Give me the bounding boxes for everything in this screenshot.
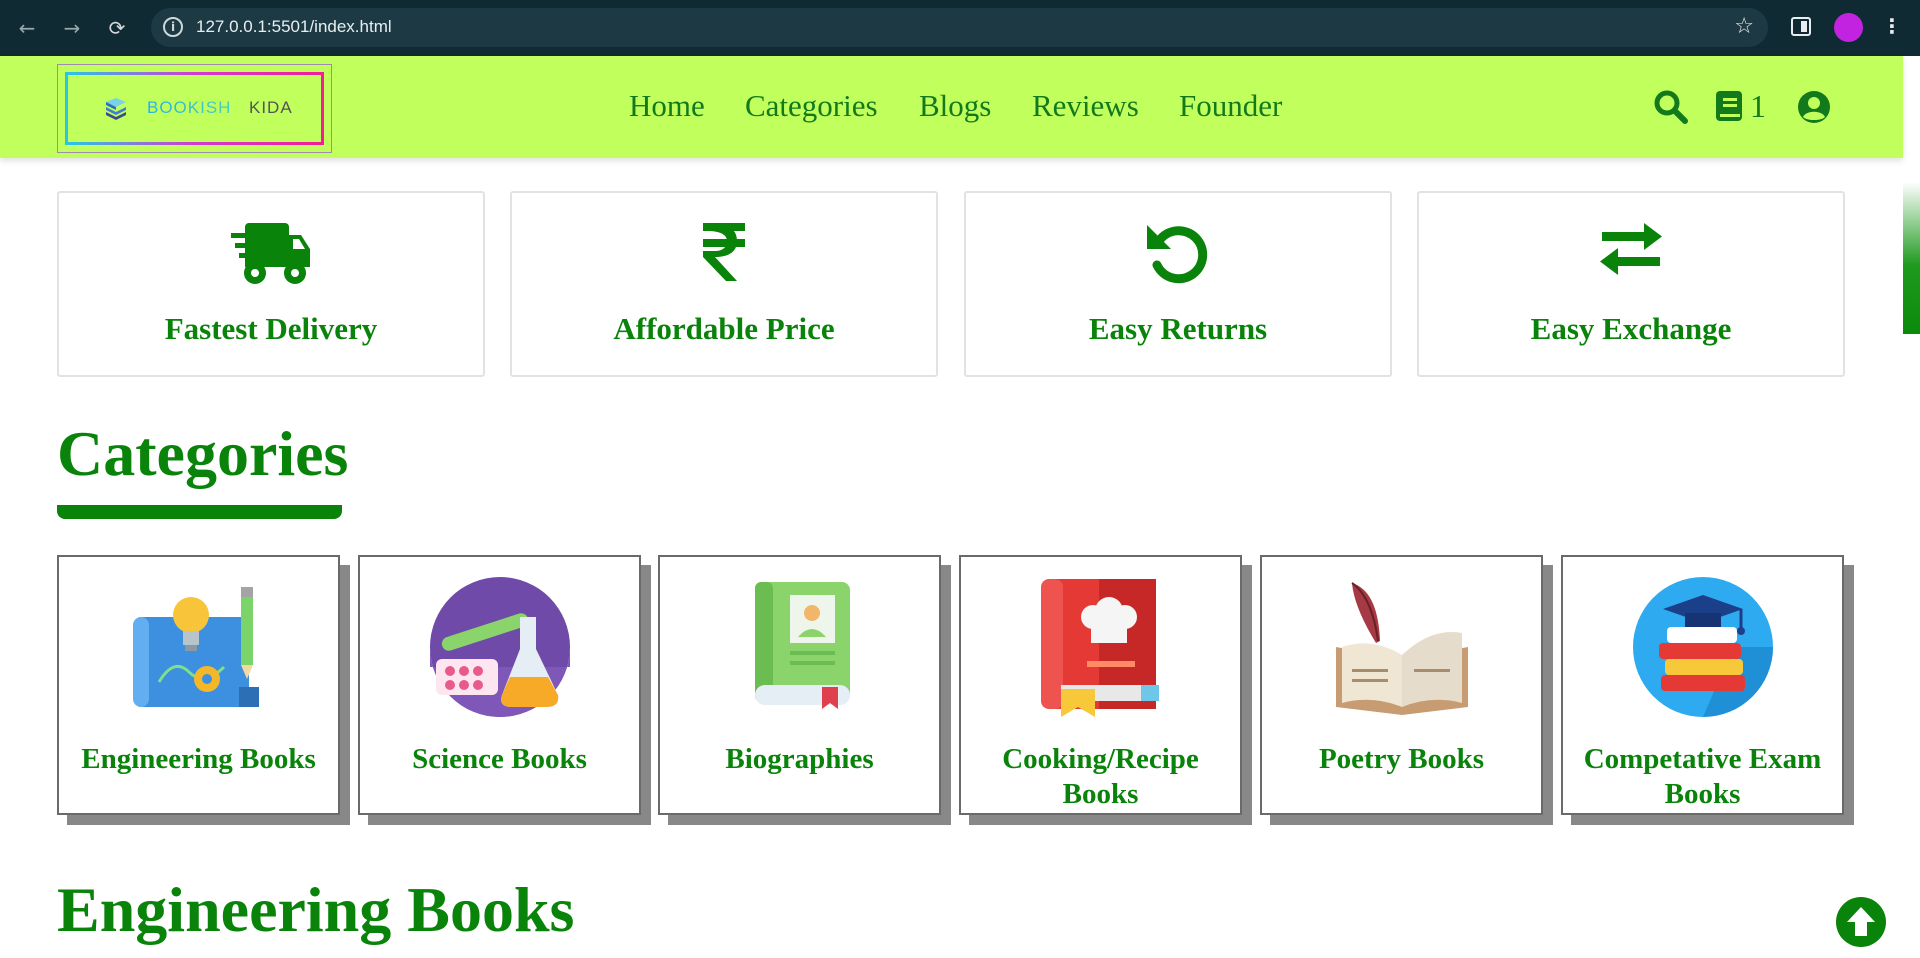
cart-count: 1 bbox=[1750, 88, 1766, 124]
nav-founder[interactable]: Founder bbox=[1179, 88, 1282, 124]
search-icon[interactable] bbox=[1654, 90, 1688, 124]
logo-frame: BOOKISH KIDA bbox=[65, 72, 324, 145]
biography-book-icon bbox=[754, 582, 850, 709]
category-card-science[interactable]: Science Books bbox=[358, 555, 641, 815]
nav-blogs[interactable]: Blogs bbox=[919, 88, 991, 124]
page-scrollbar-thumb[interactable] bbox=[1903, 182, 1920, 334]
rotate-left-icon bbox=[1147, 225, 1208, 284]
back-to-top-button[interactable] bbox=[1836, 897, 1886, 947]
science-flask-icon bbox=[429, 577, 570, 717]
category-card-competitive-exam[interactable]: Competative Exam Books bbox=[1561, 555, 1844, 815]
profile-avatar[interactable] bbox=[1834, 13, 1863, 42]
heading-underline bbox=[57, 505, 342, 519]
feature-label: Affordable Price bbox=[613, 311, 835, 346]
book-cart-icon[interactable] bbox=[1715, 90, 1743, 122]
engineering-books-heading: Engineering Books bbox=[57, 874, 575, 945]
feature-card-price: Affordable Price bbox=[510, 191, 938, 377]
feature-label: Easy Returns bbox=[1088, 311, 1268, 346]
category-card-biographies[interactable]: Biographies bbox=[658, 555, 941, 815]
arrows-exchange-icon bbox=[1600, 223, 1662, 275]
feature-card-delivery: Fastest Delivery bbox=[57, 191, 485, 377]
truck-fast-icon bbox=[231, 223, 310, 284]
logo[interactable]: BOOKISH KIDA bbox=[57, 64, 332, 153]
site-info-icon[interactable]: i bbox=[163, 17, 183, 37]
browser-menu-icon[interactable]: ⋮ bbox=[1882, 14, 1902, 38]
category-label: Biographies bbox=[725, 743, 874, 775]
logo-text-bookish: BOOKISH bbox=[147, 98, 232, 117]
feature-card-returns: Easy Returns bbox=[964, 191, 1392, 377]
forward-arrow-icon[interactable]: → bbox=[58, 14, 86, 42]
category-card-poetry[interactable]: Poetry Books bbox=[1260, 555, 1543, 815]
browser-toolbar: ← → ⟳ i 127.0.0.1:5501/index.html ☆ ⋮ bbox=[0, 0, 1920, 56]
engineering-blueprint-icon bbox=[132, 587, 259, 707]
bookmark-star-icon[interactable]: ☆ bbox=[1734, 14, 1754, 39]
nav-categories[interactable]: Categories bbox=[745, 88, 878, 124]
site-header: BOOKISH KIDA Home Categories Blogs Revie… bbox=[0, 56, 1903, 158]
category-label: Competative Exam Books bbox=[1583, 743, 1822, 810]
url-text[interactable]: 127.0.0.1:5501/index.html bbox=[196, 17, 392, 37]
category-label: Poetry Books bbox=[1318, 743, 1485, 775]
back-arrow-icon[interactable]: ← bbox=[13, 14, 41, 42]
rupee-icon bbox=[703, 223, 745, 281]
feature-card-exchange: Easy Exchange bbox=[1417, 191, 1845, 377]
category-card-cooking[interactable]: Cooking/Recipe Books bbox=[959, 555, 1242, 815]
book-stack-logo-icon bbox=[106, 98, 126, 120]
arrow-up-circle-icon bbox=[1847, 907, 1875, 936]
category-label: Engineering Books bbox=[81, 743, 316, 775]
chef-recipe-book-icon bbox=[1040, 579, 1159, 717]
feature-label: Fastest Delivery bbox=[164, 311, 378, 346]
reload-icon[interactable]: ⟳ bbox=[103, 14, 131, 42]
address-bar[interactable]: i 127.0.0.1:5501/index.html ☆ bbox=[151, 8, 1768, 47]
feature-label: Easy Exchange bbox=[1530, 311, 1732, 346]
category-label: Science Books bbox=[412, 743, 587, 775]
side-panel-icon[interactable] bbox=[1791, 17, 1811, 36]
logo-text-kida: KIDA bbox=[249, 98, 293, 117]
user-account-icon[interactable] bbox=[1797, 90, 1831, 124]
nav-reviews[interactable]: Reviews bbox=[1032, 88, 1139, 124]
graduation-books-icon bbox=[1632, 577, 1773, 717]
category-label: Cooking/Recipe Books bbox=[1002, 743, 1199, 810]
categories-heading: Categories bbox=[57, 418, 349, 489]
nav-home[interactable]: Home bbox=[629, 88, 705, 124]
poetry-feather-book-icon bbox=[1335, 582, 1468, 715]
category-card-engineering[interactable]: Engineering Books bbox=[57, 555, 340, 815]
